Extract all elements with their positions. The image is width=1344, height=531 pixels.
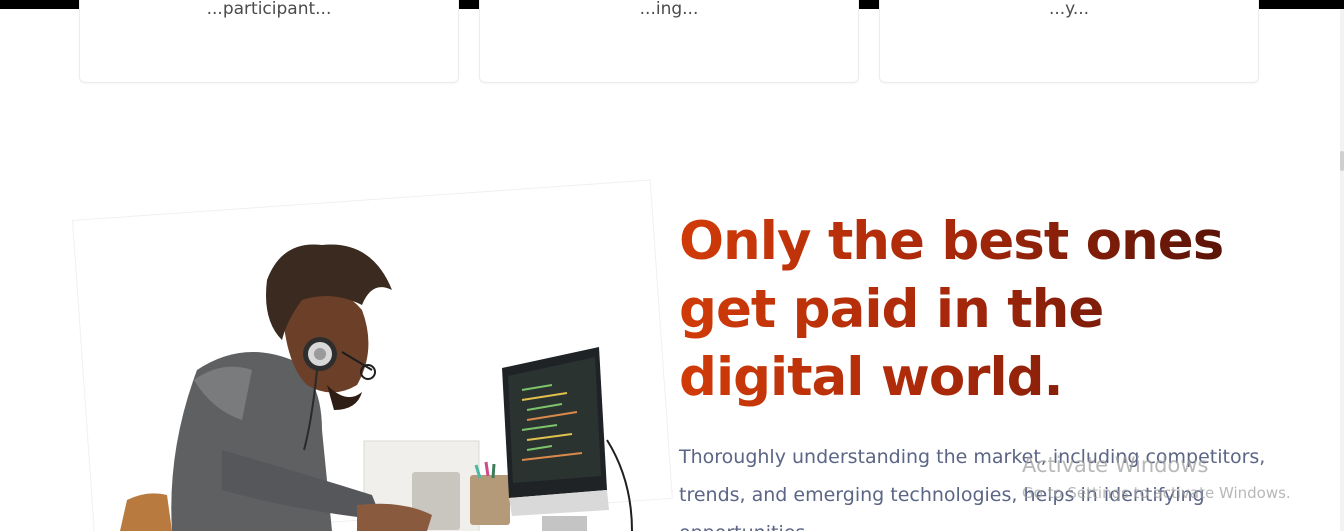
scrollbar-thumb[interactable] [1340,151,1344,171]
feature-card-text: ...participant... [206,0,332,19]
feature-card-2: ...ing... [479,0,859,83]
feature-card-text: ...ing... [639,0,699,19]
developer-illustration [120,244,633,531]
activation-watermark: Activate Windows Go to Settings to activ… [1022,451,1291,507]
watermark-subtitle: Go to Settings to activate Windows. [1022,484,1291,502]
headline-line: get paid in the [679,279,1104,340]
feature-card-3: ...y... [879,0,1259,83]
watermark-title: Activate Windows [1022,453,1209,477]
headline-line: digital world. [679,347,1063,408]
feature-card-1: ...participant... [79,0,459,83]
feature-card-text: ...y... [1048,0,1090,19]
page-scrollbar[interactable] [1340,9,1344,531]
headline-line: Only the best ones [679,211,1224,272]
hero-headline: Only the best ones get paid in the digit… [679,208,1279,412]
